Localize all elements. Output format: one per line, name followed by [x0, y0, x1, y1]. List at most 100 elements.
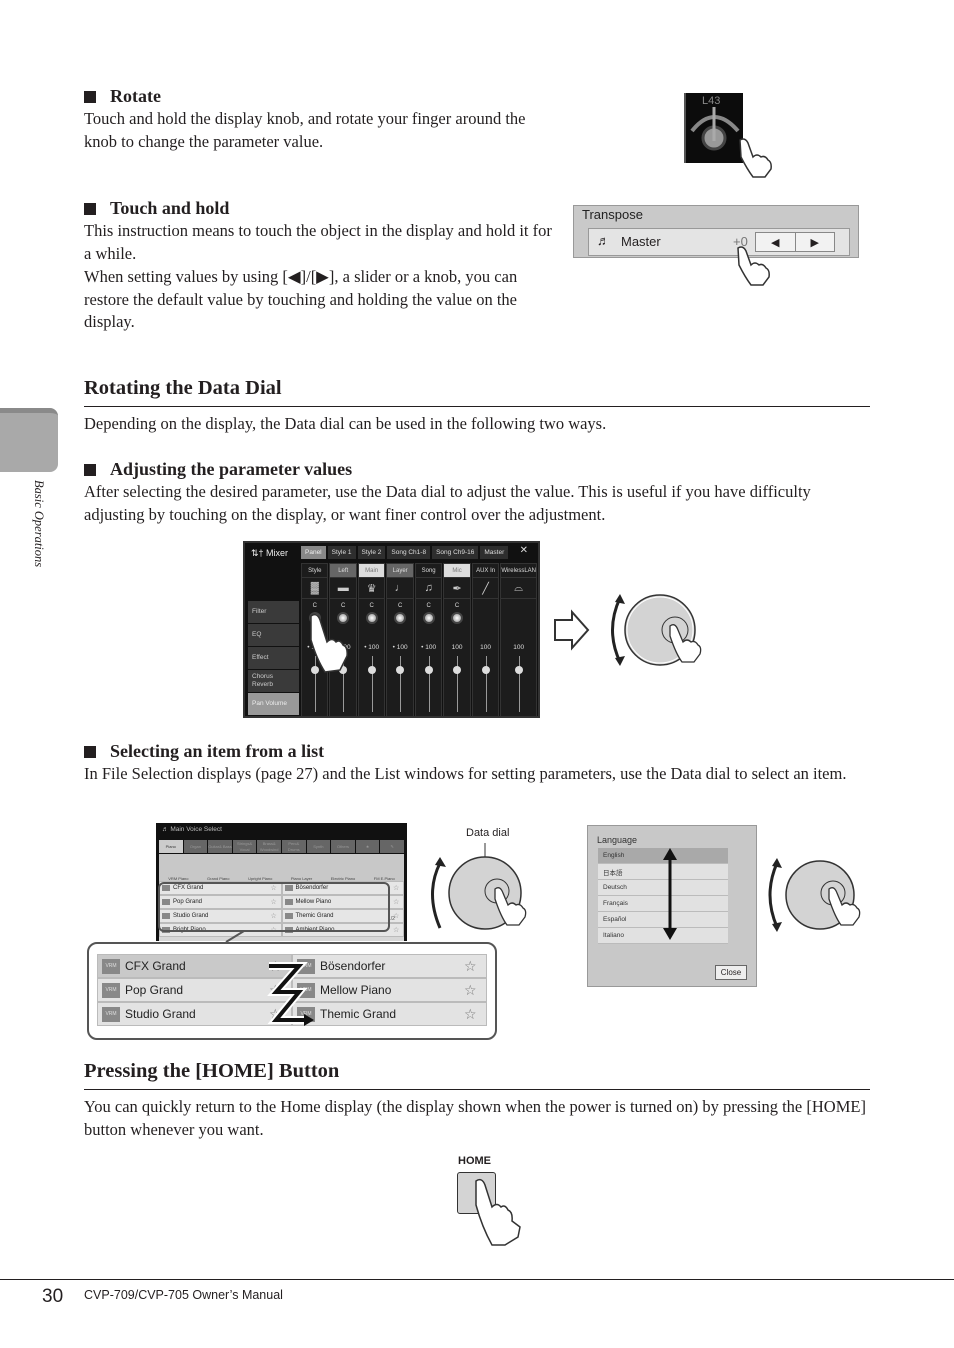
- touch-hold-heading-text: Touch and hold: [110, 198, 230, 218]
- mixer-tab[interactable]: Song Ch1-8: [387, 546, 431, 559]
- selecting-heading-text: Selecting an item from a list: [110, 741, 325, 761]
- close-button[interactable]: Close: [715, 965, 747, 980]
- mixer-tab[interactable]: Master: [480, 546, 509, 559]
- footer-divider: [0, 1279, 954, 1280]
- transpose-title: Transpose: [582, 207, 643, 222]
- mixer-menu-item[interactable]: Chorus Reverb: [248, 670, 299, 692]
- volume-slider-track[interactable]: [428, 656, 430, 712]
- voice-category-tab[interactable]: Perc& Drums: [281, 840, 306, 853]
- channel-name[interactable]: Song: [415, 564, 442, 577]
- close-icon[interactable]: ✕: [520, 545, 528, 556]
- volume-value: • 100: [421, 644, 437, 651]
- mixer-tab[interactable]: Song Ch9-16: [432, 546, 479, 559]
- voice-category-tab[interactable]: Strings& Vocal: [232, 840, 257, 853]
- voice-item[interactable]: VRM Pop Grand ☆: [97, 978, 292, 1002]
- pan-knob[interactable]: [451, 612, 464, 624]
- volume-slider-track[interactable]: [518, 656, 520, 712]
- home-body: You can quickly return to the Home displ…: [84, 1097, 866, 1139]
- mixer-menu-item[interactable]: Effect: [248, 647, 299, 669]
- instrument-icon: ▓: [302, 577, 328, 599]
- voice-category-tab[interactable]: ★: [355, 840, 380, 853]
- favorite-star-icon[interactable]: ☆: [464, 982, 486, 999]
- channel-name[interactable]: Left: [330, 564, 356, 577]
- favorite-star-icon[interactable]: ☆: [464, 958, 486, 975]
- voice-name: Bösendorfer: [320, 959, 386, 973]
- volume-slider-track[interactable]: [457, 656, 459, 712]
- adjusting-body: After selecting the desired parameter, u…: [84, 482, 811, 524]
- volume-slider-thumb[interactable]: [367, 666, 376, 674]
- volume-slider-track[interactable]: [371, 656, 373, 712]
- voice-item[interactable]: VRM CFX Grand ☆: [97, 954, 292, 978]
- instrument-icon: ✒: [444, 577, 470, 599]
- volume-slider-thumb[interactable]: [396, 666, 405, 674]
- bullet-square-icon: [84, 202, 96, 215]
- data-dial-section-heading: Rotating the Data Dial: [84, 377, 282, 399]
- instrument-icon: ▬: [330, 577, 356, 599]
- voice-category-tab[interactable]: Guitar& Bass: [208, 840, 232, 853]
- instrument-icon: ♛: [358, 577, 385, 599]
- voice-category-tab[interactable]: Piano: [159, 840, 183, 853]
- mixer-tab[interactable]: Style 2: [357, 546, 386, 559]
- voice-category-tab[interactable]: ✎: [380, 840, 404, 853]
- increment-button[interactable]: ▶: [796, 233, 835, 251]
- channel-name[interactable]: WirelessLAN: [501, 564, 536, 577]
- voice-category-tab[interactable]: Brass& Woodwind: [257, 840, 281, 853]
- rotate-body: Touch and hold the display knob, and rot…: [84, 109, 526, 151]
- volume-slider-thumb[interactable]: [514, 666, 523, 674]
- channel-name[interactable]: AUX In: [472, 564, 499, 577]
- mixer-menu-item[interactable]: Pan Volume: [248, 693, 299, 715]
- mixer-menu-item[interactable]: Filter: [248, 601, 299, 623]
- voice-name: Studio Grand: [125, 1007, 196, 1021]
- manual-title: CVP-709/CVP-705 Owner’s Manual: [84, 1288, 283, 1302]
- channel-name[interactable]: Main: [358, 564, 385, 577]
- pan-value: C: [397, 603, 403, 609]
- voice-item[interactable]: VRM Mellow Piano ☆: [292, 978, 487, 1002]
- voice-category-tab[interactable]: Organ: [183, 840, 208, 853]
- volume-slider-thumb[interactable]: [424, 666, 433, 674]
- voice-item[interactable]: VRM Bösendorfer ☆: [292, 954, 487, 978]
- hand-pointer-icon: [310, 613, 348, 673]
- pan-value: C: [341, 603, 346, 609]
- volume-slider-thumb[interactable]: [453, 666, 462, 674]
- instrument-icon: ♩: [387, 577, 413, 599]
- data-dial-illustration: [768, 858, 861, 932]
- transpose-panel: Transpose ♬ Master +0 ◀ ▶: [573, 205, 859, 258]
- rotate-heading-text: Rotate: [110, 86, 161, 106]
- section-divider: [84, 1089, 870, 1091]
- pan-knob[interactable]: [365, 612, 378, 624]
- mixer-title-text: Mixer: [266, 548, 289, 558]
- hand-pointer-icon: [737, 246, 770, 286]
- pan-knob[interactable]: [422, 612, 435, 624]
- favorite-star-icon[interactable]: ☆: [464, 1006, 486, 1023]
- language-window: Language English 日本語 Deutsch Français Españo…: [587, 825, 757, 987]
- section-tab: [0, 408, 58, 472]
- home-section-heading: Pressing the [HOME] Button: [84, 1060, 340, 1082]
- mixer-title: ⇅† Mixer: [251, 548, 288, 559]
- page-number: 30: [42, 1286, 64, 1307]
- mixer-channel: AUX In ╱ 100: [471, 563, 500, 717]
- pan-knob[interactable]: [394, 612, 407, 624]
- voice-name: Pop Grand: [125, 983, 184, 997]
- voice-item[interactable]: VRM Studio Grand ☆: [97, 1002, 292, 1026]
- vrm-tag-icon: VRM: [102, 1006, 120, 1022]
- mixer-menu-item[interactable]: EQ: [248, 624, 299, 646]
- mixer-icon: ⇅†: [251, 548, 267, 558]
- mixer-tab[interactable]: Panel: [301, 546, 326, 559]
- mixer-tab[interactable]: Style 1: [327, 546, 356, 559]
- channel-name[interactable]: Mic: [444, 564, 470, 577]
- channel-name[interactable]: Style: [302, 564, 328, 577]
- volume-value: • 100: [364, 644, 380, 651]
- voice-category-tab[interactable]: Synth: [306, 840, 331, 853]
- pan-value: C: [426, 603, 431, 609]
- bullet-square-icon: [84, 463, 96, 476]
- voice-category-tab[interactable]: Others: [331, 840, 355, 853]
- volume-slider-track[interactable]: [400, 656, 402, 712]
- voice-item[interactable]: VRM Themic Grand ☆: [292, 1002, 487, 1026]
- volume-slider-track[interactable]: [485, 656, 487, 712]
- voice-category-tabs: Piano Organ Guitar& Bass Strings& Vocal Bras…: [159, 840, 404, 853]
- data-dial-illustration: [554, 594, 702, 666]
- channel-name[interactable]: Layer: [387, 564, 413, 577]
- volume-slider-thumb[interactable]: [481, 666, 490, 674]
- pan-value: C: [312, 603, 317, 609]
- touch-hold-heading: Touch and hold: [84, 198, 229, 219]
